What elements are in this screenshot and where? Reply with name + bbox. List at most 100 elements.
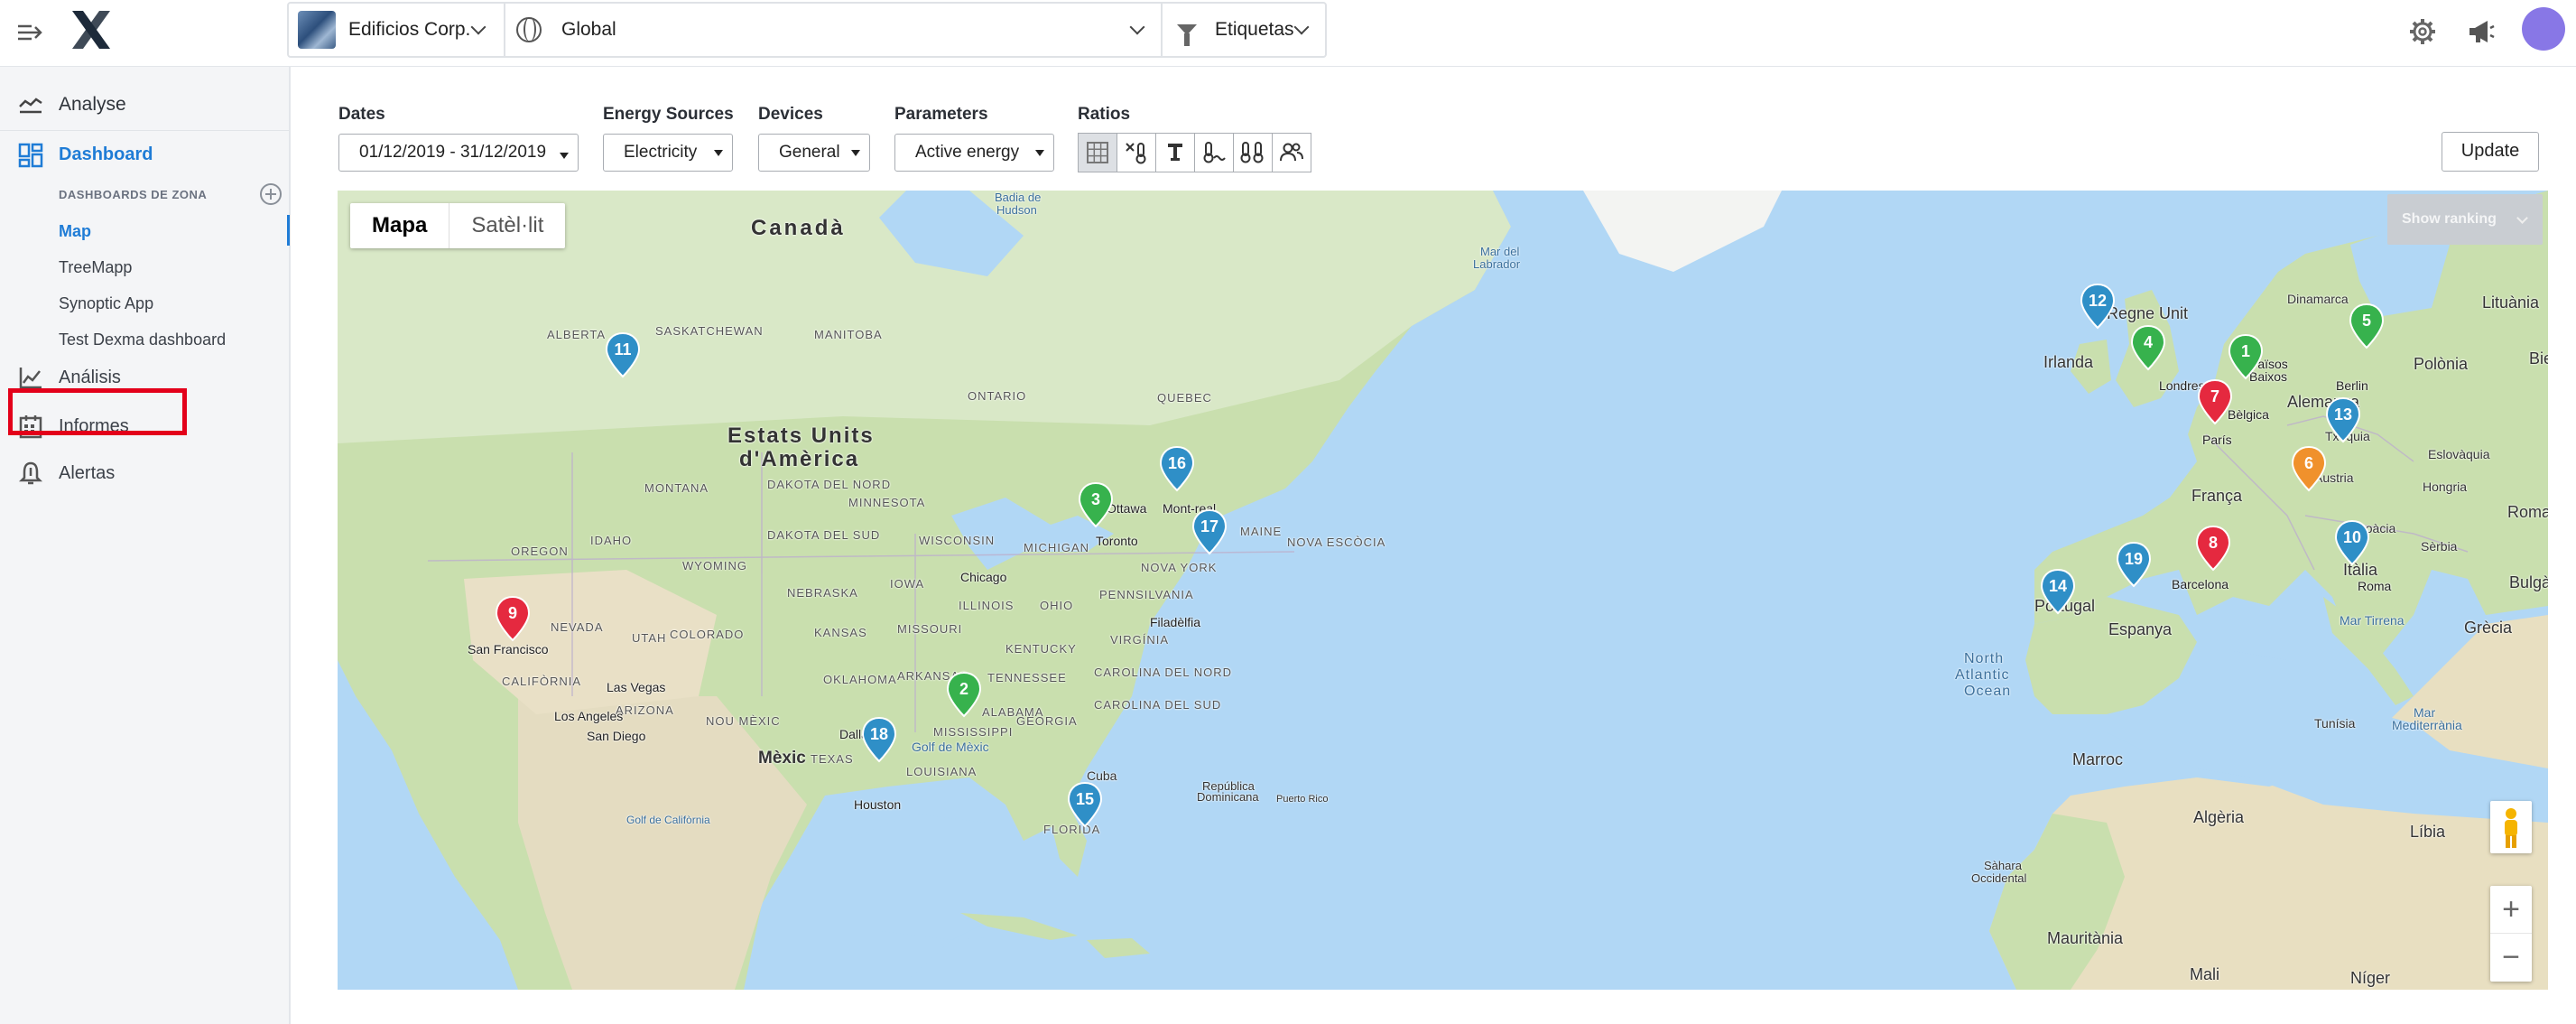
map-label-hudson1: Badia de — [995, 191, 1042, 204]
megaphone-icon[interactable] — [2466, 16, 2497, 47]
ratio-degree-days-button[interactable] — [1117, 133, 1156, 172]
map-label-hongria: Hongria — [2423, 479, 2468, 494]
company-selector[interactable]: Edificios Corp. — [289, 4, 504, 56]
dual-thermometer-icon — [1240, 142, 1264, 163]
energy-sources-dropdown[interactable]: Electricity — [603, 134, 733, 172]
caret-down-icon — [714, 150, 723, 156]
map-label-mali: Mali — [2190, 965, 2220, 983]
logo[interactable] — [69, 7, 114, 52]
map-marker-17[interactable]: 17 — [1191, 508, 1228, 555]
ratio-none-button[interactable] — [1078, 133, 1117, 172]
parameters-label: Parameters — [894, 105, 988, 124]
sidebar-item-alertas[interactable]: Alertas — [0, 455, 289, 491]
map-label-dakota-s: DAKOTA DEL SUD — [767, 528, 881, 542]
sidebar-item-test-dexma-dashboard[interactable]: Test Dexma dashboard — [59, 330, 226, 349]
map-marker-12[interactable]: 12 — [2080, 283, 2116, 330]
map-label-michigan: MICHIGAN — [1024, 541, 1089, 554]
ratio-occupancy-button[interactable] — [1272, 133, 1311, 172]
sidebar-item-analyse[interactable]: Analyse — [0, 87, 289, 123]
company-thumbnail — [298, 11, 336, 49]
map-marker-8[interactable]: 8 — [2195, 525, 2231, 572]
settings-gear-icon[interactable] — [2407, 16, 2438, 47]
map-label-chicago: Chicago — [960, 570, 1007, 584]
map-label-usa2: d'Amèrica — [739, 447, 860, 471]
map-label-kentucky: KENTUCKY — [1005, 642, 1077, 656]
energy-sources-label: Energy Sources — [603, 105, 734, 124]
map-label-mauritania: Mauritània — [2047, 929, 2124, 947]
map-label-montana: MONTANA — [644, 481, 709, 495]
tags-selector[interactable]: Etiquetas — [1161, 4, 1325, 56]
map-marker-14[interactable]: 14 — [2040, 568, 2076, 615]
date-range-picker[interactable]: 01/12/2019 - 31/12/2019 — [338, 134, 579, 172]
map-marker-label: 9 — [508, 604, 517, 622]
map-label-regne-unit: Regne Unit — [2107, 304, 2189, 322]
scope-name: Global — [561, 19, 616, 40]
map-marker-15[interactable]: 15 — [1067, 781, 1103, 828]
zoom-in-button[interactable]: + — [2490, 886, 2532, 934]
sidebar-item-dashboard[interactable]: Dashboard — [0, 139, 289, 170]
show-ranking-button[interactable]: Show ranking — [2387, 194, 2543, 245]
tab-mapa[interactable]: Mapa — [350, 203, 450, 248]
user-avatar[interactable] — [2522, 7, 2565, 51]
ratio-temperature-button[interactable] — [1194, 133, 1234, 172]
map-label-sahara1: Sàhara — [1984, 859, 2022, 872]
map-label-tunisia: Tunísia — [2314, 716, 2356, 731]
map-label-bie: Bie — [2529, 349, 2548, 368]
caret-down-icon — [560, 153, 569, 159]
map-label-algeria: Algèria — [2193, 808, 2245, 826]
map-label-new-york-state: NOVA YORK — [1141, 561, 1218, 574]
ratio-production-button[interactable] — [1155, 133, 1195, 172]
map-view[interactable]: Canadà Estats Units d'Amèrica Mèxic Cuba Repú… — [338, 191, 2548, 990]
add-dashboard-icon[interactable] — [260, 183, 282, 205]
map-label-minnesota: MINNESOTA — [848, 496, 926, 509]
map-label-marroc: Marroc — [2072, 750, 2124, 768]
map-label-niger: Níger — [2350, 969, 2391, 987]
filter-icon — [1177, 24, 1197, 46]
map-marker-7[interactable]: 7 — [2197, 378, 2233, 425]
update-button[interactable]: Update — [2442, 132, 2539, 172]
map-label-nuevo-mexico: NOU MÈXIC — [706, 714, 781, 728]
map-label-illinois: ILLINOIS — [959, 599, 1015, 612]
europe — [2034, 191, 2548, 660]
zone-dashboards-heading: DASHBOARDS DE ZONA — [59, 188, 208, 201]
map-marker-2[interactable]: 2 — [946, 671, 982, 718]
map-marker-9[interactable]: 9 — [495, 595, 531, 642]
map-marker-3[interactable]: 3 — [1078, 481, 1114, 528]
sidebar-item-label: Dashboard — [59, 144, 153, 164]
map-label-arizona: ARIZONA — [616, 703, 674, 717]
sidebar-item-treemapp[interactable]: TreeMapp — [59, 258, 132, 277]
map-label-libia: Líbia — [2410, 823, 2446, 841]
map-label-colorado: COLORADO — [670, 628, 745, 641]
scope-selector[interactable]: Global — [504, 4, 1161, 56]
map-marker-13[interactable]: 13 — [2325, 396, 2361, 443]
map-marker-6[interactable]: 6 — [2291, 445, 2327, 492]
street-view-pegman[interactable] — [2490, 801, 2532, 853]
map-label-houston: Houston — [854, 797, 902, 812]
map-marker-16[interactable]: 16 — [1159, 445, 1195, 492]
map-label-labrador1: Mar del — [1480, 245, 1520, 258]
menu-collapse-icon[interactable] — [16, 18, 45, 47]
grid-icon — [1087, 142, 1108, 163]
sidebar-item-map[interactable]: Map — [59, 222, 91, 241]
map-marker-18[interactable]: 18 — [861, 716, 897, 763]
tab-satellit[interactable]: Satèl·lit — [449, 203, 565, 248]
devices-dropdown[interactable]: General — [758, 134, 870, 172]
map-label-canada: Canadà — [751, 216, 846, 240]
map-marker-10[interactable]: 10 — [2334, 519, 2370, 566]
map-label-pennsylvania: PENNSILVANIA — [1099, 588, 1194, 601]
ratio-temperature-range-button[interactable] — [1233, 133, 1273, 172]
map-marker-5[interactable]: 5 — [2349, 303, 2385, 349]
map-marker-label: 10 — [2343, 528, 2361, 546]
map-marker-19[interactable]: 19 — [2116, 541, 2152, 588]
map-marker-11[interactable]: 11 — [605, 331, 641, 378]
map-marker-4[interactable]: 4 — [2130, 324, 2166, 371]
map-label-san-francisco: San Francisco — [468, 642, 549, 656]
parameters-dropdown[interactable]: Active energy — [894, 134, 1054, 172]
zoom-out-button[interactable]: − — [2490, 934, 2532, 982]
map-marker-label: 12 — [2089, 292, 2107, 310]
map-marker-label: 2 — [959, 680, 968, 698]
sidebar-item-synoptic-app[interactable]: Synoptic App — [59, 294, 153, 313]
top-bar: Edificios Corp. Global Etiquetas — [0, 0, 2576, 67]
map-label-gulf-cal: Golf de Califòrnia — [626, 814, 710, 826]
map-marker-1[interactable]: 1 — [2228, 333, 2264, 380]
